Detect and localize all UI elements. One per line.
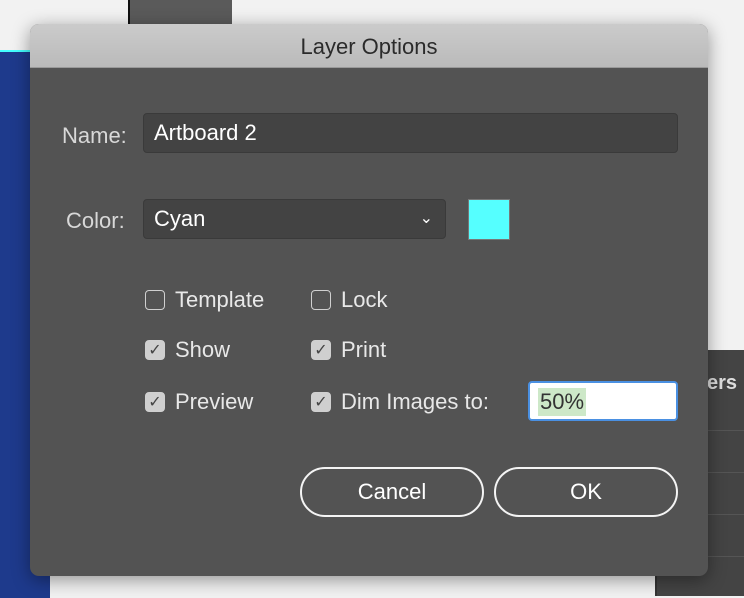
dim-percent-value: 50% bbox=[538, 388, 587, 416]
preview-checkbox[interactable]: ✓ Preview bbox=[145, 389, 253, 415]
checkmark-icon: ✓ bbox=[311, 392, 331, 412]
template-checkbox[interactable]: Template bbox=[145, 287, 264, 313]
checkmark-icon: ✓ bbox=[311, 340, 331, 360]
name-input[interactable]: Artboard 2 bbox=[143, 113, 678, 153]
ok-button[interactable]: OK bbox=[494, 467, 678, 517]
template-label: Template bbox=[175, 287, 265, 312]
show-label: Show bbox=[175, 337, 231, 362]
layer-options-dialog: Layer Options Name: Artboard 2 Color: Cy… bbox=[30, 24, 708, 576]
print-checkbox[interactable]: ✓ Print bbox=[311, 337, 386, 363]
color-select[interactable]: Cyan ⌄ bbox=[143, 199, 446, 239]
dialog-title: Layer Options bbox=[30, 24, 708, 68]
lock-label: Lock bbox=[341, 287, 388, 312]
name-label: Name: bbox=[62, 123, 127, 148]
dim-percent-input[interactable]: 50% bbox=[528, 381, 678, 421]
preview-label: Preview bbox=[175, 389, 254, 414]
dim-images-checkbox[interactable]: ✓ Dim Images to: bbox=[311, 389, 489, 415]
checkmark-icon: ✓ bbox=[145, 340, 165, 360]
layers-panel-tab[interactable]: ers bbox=[707, 372, 737, 395]
cancel-button[interactable]: Cancel bbox=[300, 467, 484, 517]
chevron-down-icon: ⌄ bbox=[419, 210, 433, 227]
print-label: Print bbox=[341, 337, 387, 362]
checkmark-icon: ✓ bbox=[145, 392, 165, 412]
dim-images-label: Dim Images to: bbox=[341, 389, 489, 414]
show-checkbox[interactable]: ✓ Show bbox=[145, 337, 230, 363]
lock-checkbox[interactable]: Lock bbox=[311, 287, 387, 313]
checkbox-icon bbox=[311, 290, 331, 310]
checkbox-icon bbox=[145, 290, 165, 310]
color-select-value: Cyan bbox=[154, 206, 206, 231]
color-label: Color: bbox=[66, 208, 125, 233]
color-swatch[interactable] bbox=[468, 199, 510, 240]
